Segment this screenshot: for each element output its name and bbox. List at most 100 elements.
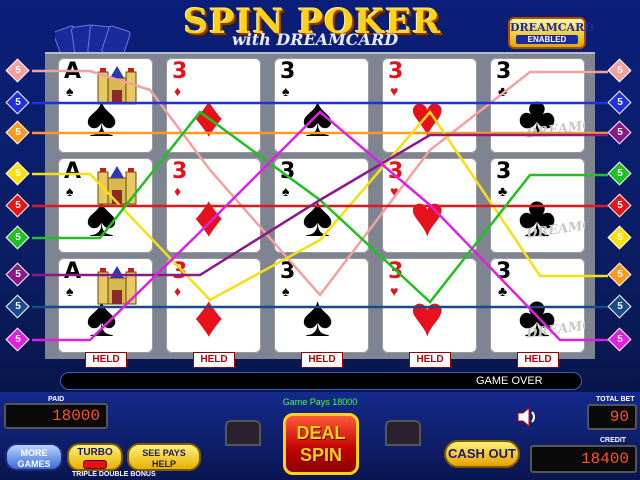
card[interactable]: A ♠ ♠ [58,158,153,253]
card-suit-large: ♥ [410,184,445,249]
payline-marker-right: 5 [607,327,632,352]
card[interactable]: 3 ♣ ♣ DREAMCARD [490,258,585,353]
held-indicator[interactable]: HELD [85,352,127,368]
card-rank: 3 [172,159,188,184]
card-suit-pip: ♥ [390,183,399,199]
card-rank: 3 [388,59,404,84]
card[interactable]: 3 ♣ ♣ DREAMCARD [490,58,585,153]
card[interactable]: 3 ♠ ♠ [274,158,369,253]
card[interactable]: 3 ♦ ♦ [166,58,261,153]
card-rank: 3 [280,59,296,84]
card-suit-pip: ♠ [282,83,290,99]
card-rank: A [64,259,82,284]
credit-meter: 18400 [530,445,637,473]
castle-icon [97,166,137,205]
card-suit-pip: ♣ [498,83,508,99]
payline-marker-left: 5 [5,58,30,83]
right-pedestal [385,420,421,446]
credit-label: CREDIT [600,437,627,444]
cash-out-button[interactable]: CASH OUT [444,440,520,468]
paid-meter: 18000 [4,403,108,429]
badge-title: DREAMCARD [510,21,594,34]
card[interactable]: 3 ♥ ♥ [382,258,477,353]
card-suit-pip: ♠ [282,183,290,199]
card[interactable]: 3 ♠ ♠ [274,58,369,153]
dreamcard-badge: DREAMCARD ENABLED [508,17,594,49]
card-suit-large: ♦ [194,84,224,149]
card-rank: 3 [172,59,188,84]
card[interactable]: 3 ♥ ♥ [382,158,477,253]
payline-marker-right: 5 [607,58,632,83]
turbo-indicator [83,460,107,469]
castle-icon [97,66,137,105]
deal-spin-button[interactable]: DEAL SPIN [283,413,359,475]
payline-marker-left: 5 [5,327,30,352]
card-suit-large: ♥ [410,84,445,149]
card[interactable]: 3 ♠ ♠ [274,258,369,353]
payline-marker-right: 5 [607,262,632,287]
card-rank: 3 [496,59,512,84]
card-suit-pip: ♦ [174,183,182,199]
held-indicator[interactable]: HELD [517,352,559,368]
game-subtitle: with DREAMCARD [231,30,399,49]
card-rank: A [64,159,82,184]
castle-icon [97,266,137,305]
card-rank: 3 [280,259,296,284]
card-rank: 3 [172,259,188,284]
payline-marker-left: 5 [5,262,30,287]
card-fan-decoration [55,24,131,52]
game-pays-text: Game Pays 18000 [282,397,358,407]
card-rank: 3 [496,259,512,284]
held-indicator[interactable]: HELD [409,352,451,368]
payline-marker-left: 5 [5,90,30,115]
card-suit-pip: ♠ [66,83,74,99]
card-suit-pip: ♥ [390,83,399,99]
payline-marker-right: 5 [607,120,632,145]
total-bet-label: TOTAL BET [596,396,635,403]
card[interactable]: A ♠ ♠ [58,258,153,353]
held-indicator[interactable]: HELD [193,352,235,368]
payline-marker-left: 5 [5,120,30,145]
payline-marker-left: 5 [5,193,30,218]
status-message: GAME OVER [476,375,543,387]
card[interactable]: 3 ♦ ♦ [166,258,261,353]
see-pays-help-button[interactable]: SEE PAYS HELP [127,443,201,471]
card-suit-pip: ♦ [174,83,182,99]
total-bet-meter: 90 [587,404,637,430]
payline-marker-left: 5 [5,161,30,186]
card-rank: A [64,59,82,84]
card[interactable]: 3 ♣ ♣ DREAMCARD [490,158,585,253]
card-suit-large: ♠ [302,184,333,249]
card[interactable]: 3 ♦ ♦ [166,158,261,253]
card-rank: 3 [388,259,404,284]
payline-marker-right: 5 [607,294,632,319]
card-suit-pip: ♣ [498,283,508,299]
payline-marker-left: 5 [5,225,30,250]
status-bar: GAME OVER [60,372,582,390]
speaker-icon[interactable] [515,404,541,430]
card-suit-large: ♠ [302,84,333,149]
badge-subtitle: ENABLED [516,35,578,44]
payline-marker-right: 5 [607,225,632,250]
card-suit-pip: ♠ [66,183,74,199]
card-suit-large: ♦ [194,184,224,249]
more-games-button[interactable]: MORE GAMES [5,443,63,471]
held-indicator[interactable]: HELD [301,352,343,368]
payline-marker-right: 5 [607,90,632,115]
turbo-button[interactable]: TURBO [67,443,123,471]
card-suit-large: ♠ [302,284,333,349]
card[interactable]: 3 ♥ ♥ [382,58,477,153]
game-name: TRIPLE DOUBLE BONUS [72,471,156,478]
card-suit-pip: ♠ [282,283,290,299]
card-suit-pip: ♣ [498,183,508,199]
turbo-label: TURBO [77,447,113,458]
card-rank: 3 [280,159,296,184]
card-suit-large: ♥ [410,284,445,349]
card-suit-pip: ♦ [174,283,182,299]
payline-marker-right: 5 [607,161,632,186]
card-suit-pip: ♥ [390,283,399,299]
card[interactable]: A ♠ ♠ [58,58,153,153]
paid-label: PAID [48,396,65,403]
card-rank: 3 [388,159,404,184]
card-rank: 3 [496,159,512,184]
